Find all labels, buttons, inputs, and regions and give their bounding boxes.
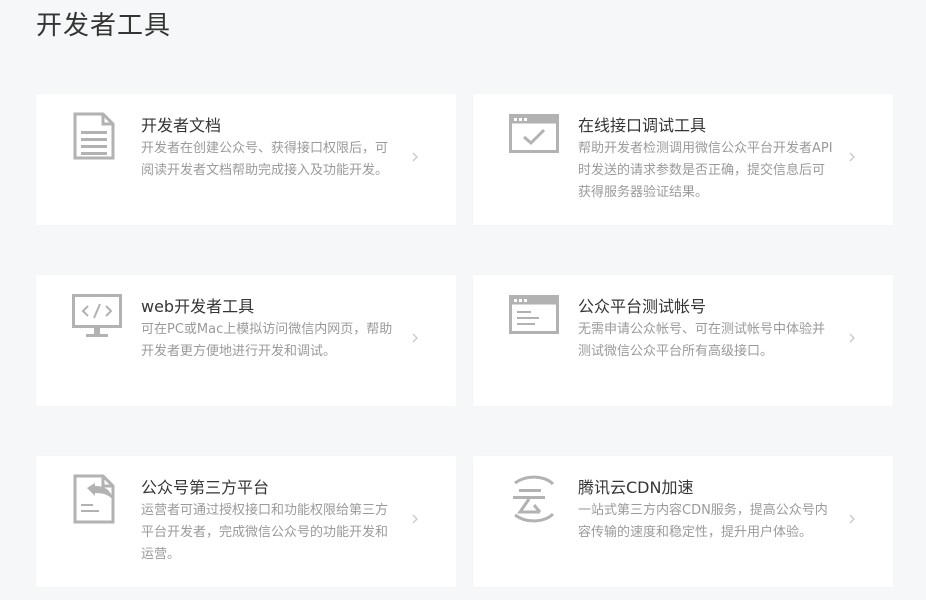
card-title: 公众平台测试帐号	[578, 297, 707, 316]
card-description: 可在PC或Mac上模拟访问微信内网页，帮助开发者更方便地进行开发和调试。	[141, 322, 393, 359]
chevron-right-icon	[410, 512, 420, 526]
card-test-account[interactable]: 公众平台测试帐号 无需申请公众帐号、可在测试帐号中体验并测试微信公众平台所有高级…	[473, 275, 893, 406]
card-title: 在线接口调试工具	[578, 116, 707, 135]
card-description: 帮助开发者检测调用微信公众平台开发者API时发送的请求参数是否正确，提交信息后可…	[578, 141, 833, 200]
chevron-right-icon	[847, 331, 857, 345]
card-title: 开发者文档	[141, 116, 222, 135]
card-api-debug-tool[interactable]: 在线接口调试工具 帮助开发者检测调用微信公众平台开发者API时发送的请求参数是否…	[473, 94, 893, 225]
card-web-dev-tools[interactable]: web开发者工具 可在PC或Mac上模拟访问微信内网页，帮助开发者更方便地进行开…	[36, 275, 456, 406]
monitor-code-icon	[72, 293, 124, 343]
chevron-right-icon	[847, 512, 857, 526]
card-third-party-platform[interactable]: 公众号第三方平台 运营者可通过授权接口和功能权限给第三方平台开发者，完成微信公众…	[36, 456, 456, 587]
card-description: 无需申请公众帐号、可在测试帐号中体验并测试微信公众平台所有高级接口。	[578, 322, 826, 359]
card-description: 运营者可通过授权接口和功能权限给第三方平台开发者，完成微信公众号的功能开发和运营…	[141, 503, 389, 562]
chevron-right-icon	[847, 150, 857, 164]
document-icon	[72, 112, 124, 162]
card-developer-docs[interactable]: 开发者文档 开发者在创建公众号、获得接口权限后，可阅读开发者文档帮助完成接入及功…	[36, 94, 456, 225]
card-title: web开发者工具	[141, 297, 255, 316]
window-text-icon	[509, 293, 561, 343]
card-description: 开发者在创建公众号、获得接口权限后，可阅读开发者文档帮助完成接入及功能开发。	[141, 141, 389, 178]
page-title: 开发者工具	[36, 11, 172, 41]
card-tencent-cdn[interactable]: 腾讯云CDN加速 一站式第三方内容CDN服务，提高公众号内容传输的速度和稳定性，…	[473, 456, 893, 587]
cloud-icon	[509, 474, 561, 524]
window-check-icon	[509, 112, 561, 162]
document-share-icon	[72, 474, 124, 524]
chevron-right-icon	[410, 331, 420, 345]
chevron-right-icon	[410, 150, 420, 164]
card-description: 一站式第三方内容CDN服务，提高公众号内容传输的速度和稳定性，提升用户体验。	[578, 503, 828, 540]
card-title: 腾讯云CDN加速	[578, 478, 694, 497]
card-title: 公众号第三方平台	[141, 478, 270, 497]
